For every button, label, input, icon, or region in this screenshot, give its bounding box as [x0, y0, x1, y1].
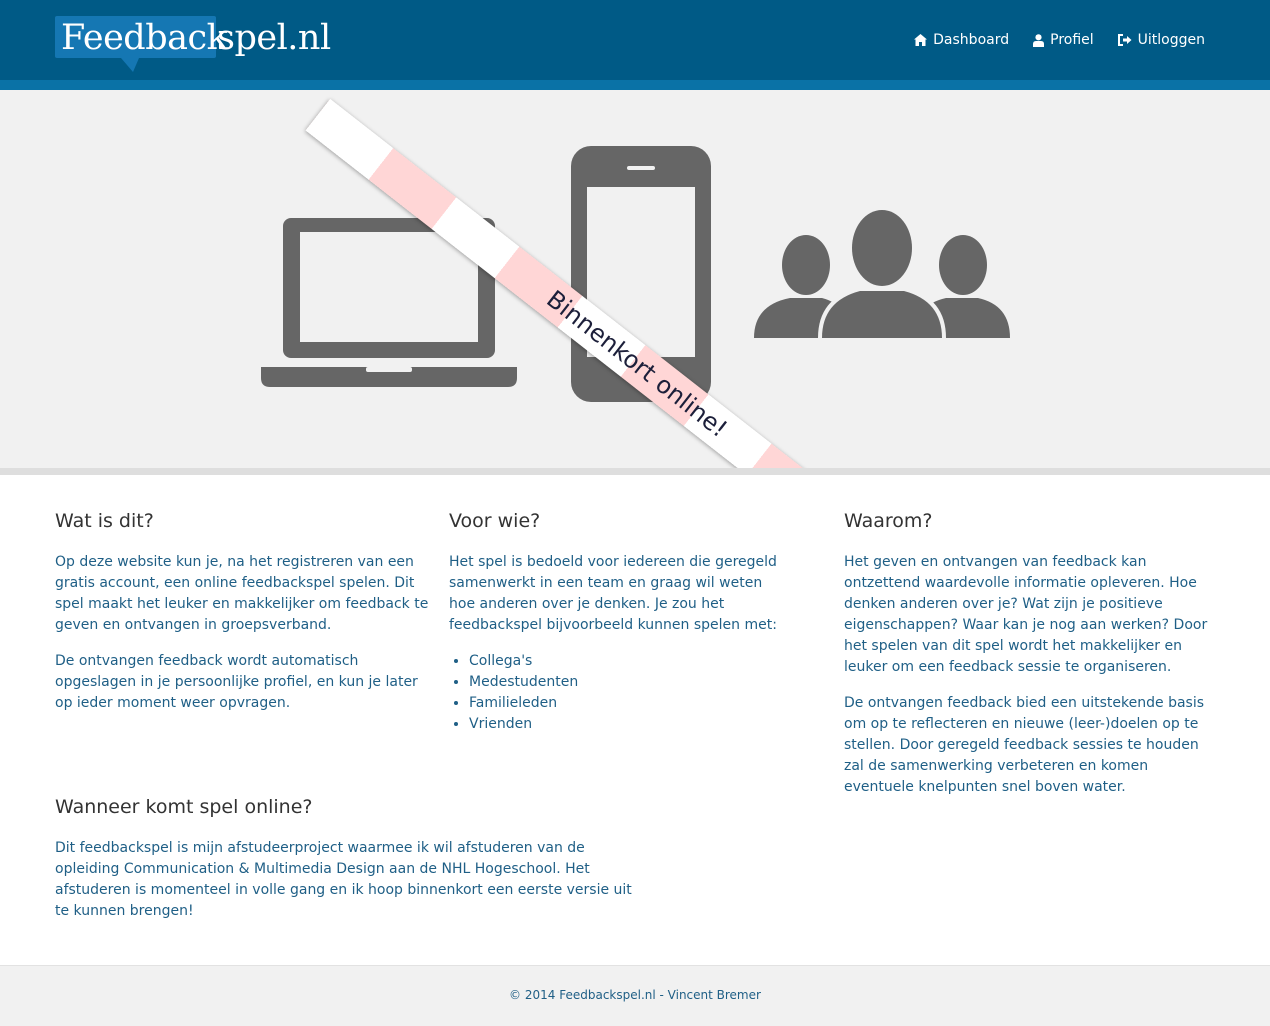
logo-bubble-tail — [121, 58, 139, 72]
section-who: Voor wie? Het spel is bedoeld voor ieder… — [449, 508, 789, 735]
section-who-title: Voor wie? — [449, 510, 541, 532]
page-footer: © 2014 Feedbackspel.nl - Vincent Bremer — [0, 965, 1270, 1026]
logo-text-spel: spel.nl — [217, 18, 331, 58]
nav-profiel-link[interactable]: Profiel — [1033, 32, 1094, 48]
hero-bottom-border — [0, 468, 1270, 475]
section-why: Waarom? Het geven en ontvangen van feedb… — [844, 508, 1216, 813]
home-icon — [914, 34, 928, 46]
nav-dashboard-link[interactable]: Dashboard — [914, 32, 1009, 48]
section-when-title: Wanneer komt spel online? — [55, 796, 313, 818]
section-what: Wat is dit? Op deze website kun je, na h… — [55, 508, 430, 729]
section-why-paragraph: De ontvangen feedback bied een uitsteken… — [844, 695, 1205, 795]
section-who-paragraph: Het spel is bedoeld voor iedereen die ge… — [449, 554, 777, 633]
users-group-icon — [754, 208, 1010, 338]
section-what-paragraph: Op deze website kun je, na het registrer… — [55, 554, 429, 633]
audience-list: Collega's Medestudenten Familieleden Vri… — [449, 651, 789, 735]
nav-uitloggen-link[interactable]: Uitloggen — [1117, 32, 1205, 48]
section-what-title: Wat is dit? — [55, 510, 154, 532]
list-item: Medestudenten — [469, 672, 789, 693]
section-when-paragraph: Dit feedbackspel is mijn afstudeerprojec… — [55, 840, 632, 919]
list-item: Familieleden — [469, 693, 789, 714]
sign-out-icon — [1117, 34, 1132, 46]
section-why-title: Waarom? — [844, 510, 933, 532]
footer-copyright: © 2014 Feedbackspel.nl - Vincent Bremer — [509, 988, 761, 1002]
site-logo[interactable]: Feedback spel.nl — [55, 16, 331, 72]
section-when: Wanneer komt spel online? Dit feedbacksp… — [55, 794, 633, 937]
logo-text-feedback: Feedback — [61, 18, 228, 58]
top-navbar: Feedback spel.nl Dashboard Profiel Uitlo… — [0, 0, 1270, 80]
list-item: Collega's — [469, 651, 789, 672]
hero-banner: Binnenkort online! — [0, 90, 1270, 468]
nav-profiel-label: Profiel — [1050, 32, 1094, 48]
main-nav: Dashboard Profiel Uitloggen — [914, 29, 1205, 51]
nav-uitloggen-label: Uitloggen — [1137, 32, 1205, 48]
nav-dashboard-label: Dashboard — [933, 32, 1010, 48]
section-what-paragraph: De ontvangen feedback wordt automatisch … — [55, 653, 418, 711]
hero-illustration — [261, 146, 1010, 402]
header-accent-stripe — [0, 80, 1270, 90]
section-why-paragraph: Het geven en ontvangen van feedback kan … — [844, 554, 1208, 675]
user-icon — [1033, 33, 1045, 47]
list-item: Vrienden — [469, 714, 789, 735]
